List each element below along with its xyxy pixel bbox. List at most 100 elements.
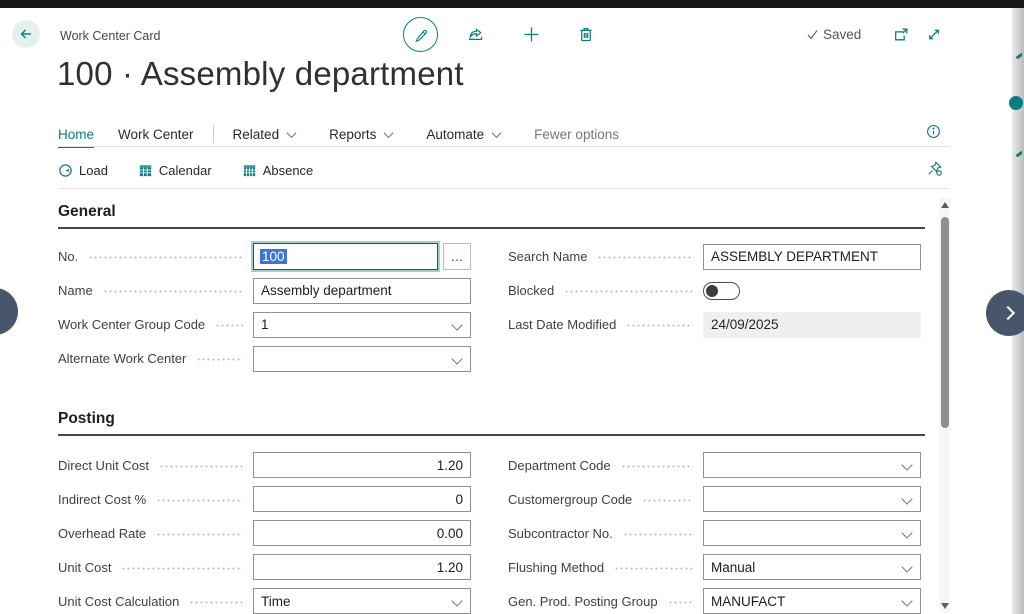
dotted-leader — [621, 465, 693, 468]
dotted-leader — [189, 601, 243, 604]
dotted-leader — [642, 499, 693, 502]
field-gen-prod-posting-group: Gen. Prod. Posting Group MANUFACT — [508, 588, 921, 614]
dotted-leader — [668, 601, 693, 604]
open-in-window-icon — [892, 26, 910, 43]
department-code-select[interactable] — [703, 452, 921, 478]
pushpin-icon — [926, 160, 943, 177]
side-pane-icon-fragment — [1013, 148, 1022, 157]
field-unit-cost: Unit Cost — [58, 554, 471, 580]
chevron-down-icon — [901, 527, 912, 538]
general-section-title[interactable]: General — [58, 203, 116, 221]
last-date-modified-value: 24/09/2025 — [703, 312, 921, 338]
fullscreen-icon — [925, 26, 943, 43]
calendar-action[interactable]: Calendar — [138, 163, 212, 178]
chevron-down-icon — [901, 595, 912, 606]
page-title: 100 · Assembly department — [57, 55, 464, 93]
general-section-rule — [58, 227, 925, 229]
scroll-up-arrow-icon[interactable] — [941, 202, 949, 208]
subcontractor-no-select[interactable] — [703, 520, 921, 546]
gen-prod-posting-group-label: Gen. Prod. Posting Group — [508, 594, 658, 609]
field-subcontractor-no: Subcontractor No. — [508, 520, 921, 546]
no-input[interactable]: 100 — [253, 243, 438, 270]
share-icon — [467, 25, 486, 43]
field-blocked: Blocked — [508, 277, 921, 304]
chevron-down-icon — [901, 459, 912, 470]
overhead-rate-input[interactable] — [253, 520, 471, 546]
dotted-leader — [564, 290, 693, 293]
check-icon — [806, 28, 819, 41]
dotted-leader — [196, 358, 243, 361]
select-value: Manual — [711, 560, 755, 575]
selected-text: 100 — [260, 249, 287, 264]
tab-related[interactable]: Related — [233, 127, 296, 142]
field-alternate-work-center: Alternate Work Center — [58, 345, 471, 372]
posting-left-column: Direct Unit Cost Indirect Cost % Overhea… — [58, 452, 471, 614]
menu-divider — [213, 125, 214, 143]
field-last-date-modified: Last Date Modified 24/09/2025 — [508, 311, 921, 338]
no-lookup-button[interactable]: … — [443, 243, 471, 270]
dotted-leader — [614, 567, 693, 570]
absence-calendar-icon — [242, 163, 257, 178]
work-center-group-code-select[interactable]: 1 — [253, 312, 471, 338]
alternate-work-center-select[interactable] — [253, 346, 471, 372]
toggle-knob — [706, 285, 718, 297]
pin-button[interactable] — [926, 160, 943, 177]
department-code-label: Department Code — [508, 458, 611, 473]
back-arrow-icon — [18, 26, 34, 42]
unit-cost-calculation-label: Unit Cost Calculation — [58, 594, 179, 609]
name-input[interactable] — [253, 278, 471, 304]
field-overhead-rate: Overhead Rate — [58, 520, 471, 546]
tab-automate[interactable]: Automate — [426, 127, 500, 142]
posting-right-column: Department Code Customergroup Code Subco… — [508, 452, 921, 614]
absence-action[interactable]: Absence — [242, 163, 314, 178]
save-status: Saved — [806, 27, 861, 42]
last-date-modified-label: Last Date Modified — [508, 317, 616, 332]
open-in-window-button[interactable] — [892, 26, 910, 43]
unit-cost-input[interactable] — [253, 554, 471, 580]
tab-automate-label: Automate — [426, 127, 484, 142]
work-center-group-code-label: Work Center Group Code — [58, 317, 205, 332]
chevron-down-icon — [492, 128, 502, 138]
customergroup-code-select[interactable] — [703, 486, 921, 512]
dotted-leader — [597, 256, 693, 259]
unit-cost-calculation-select[interactable]: Time — [253, 588, 471, 614]
overhead-rate-label: Overhead Rate — [58, 526, 146, 541]
share-button[interactable] — [467, 25, 486, 43]
fullscreen-button[interactable] — [925, 26, 943, 43]
edit-button[interactable] — [403, 17, 438, 52]
back-button[interactable] — [12, 20, 40, 48]
action-bar: Load Calendar — [58, 159, 343, 182]
chevron-down-icon — [451, 595, 462, 606]
scroll-down-arrow-icon[interactable] — [941, 603, 949, 609]
alternate-work-center-label: Alternate Work Center — [58, 351, 186, 366]
chevron-down-icon — [901, 561, 912, 572]
dotted-leader — [626, 324, 693, 327]
tab-work-center[interactable]: Work Center — [118, 127, 194, 142]
chevron-right-icon — [1000, 306, 1014, 320]
search-name-input[interactable] — [703, 244, 921, 270]
direct-unit-cost-label: Direct Unit Cost — [58, 458, 149, 473]
new-button[interactable] — [522, 25, 541, 44]
load-icon — [58, 163, 73, 178]
scrollbar-thumb[interactable] — [941, 217, 949, 428]
field-name: Name — [58, 277, 471, 304]
posting-section-title[interactable]: Posting — [58, 410, 115, 428]
direct-unit-cost-input[interactable] — [253, 452, 471, 478]
info-button[interactable] — [926, 124, 941, 139]
tab-reports[interactable]: Reports — [329, 127, 392, 142]
previous-record-button[interactable] — [0, 288, 18, 335]
next-record-button[interactable] — [986, 290, 1024, 336]
delete-button[interactable] — [577, 25, 595, 43]
tab-fewer-options[interactable]: Fewer options — [534, 127, 619, 142]
flushing-method-select[interactable]: Manual — [703, 554, 921, 580]
field-customergroup-code: Customergroup Code — [508, 486, 921, 512]
blocked-toggle[interactable] — [703, 282, 740, 300]
dotted-leader — [159, 465, 243, 468]
dotted-leader — [121, 567, 243, 570]
gen-prod-posting-group-select[interactable]: MANUFACT — [703, 588, 921, 614]
pencil-icon — [413, 27, 429, 43]
load-label: Load — [79, 163, 108, 178]
tab-home[interactable]: Home — [58, 127, 94, 142]
indirect-cost-pct-input[interactable] — [253, 486, 471, 512]
load-action[interactable]: Load — [58, 163, 108, 178]
